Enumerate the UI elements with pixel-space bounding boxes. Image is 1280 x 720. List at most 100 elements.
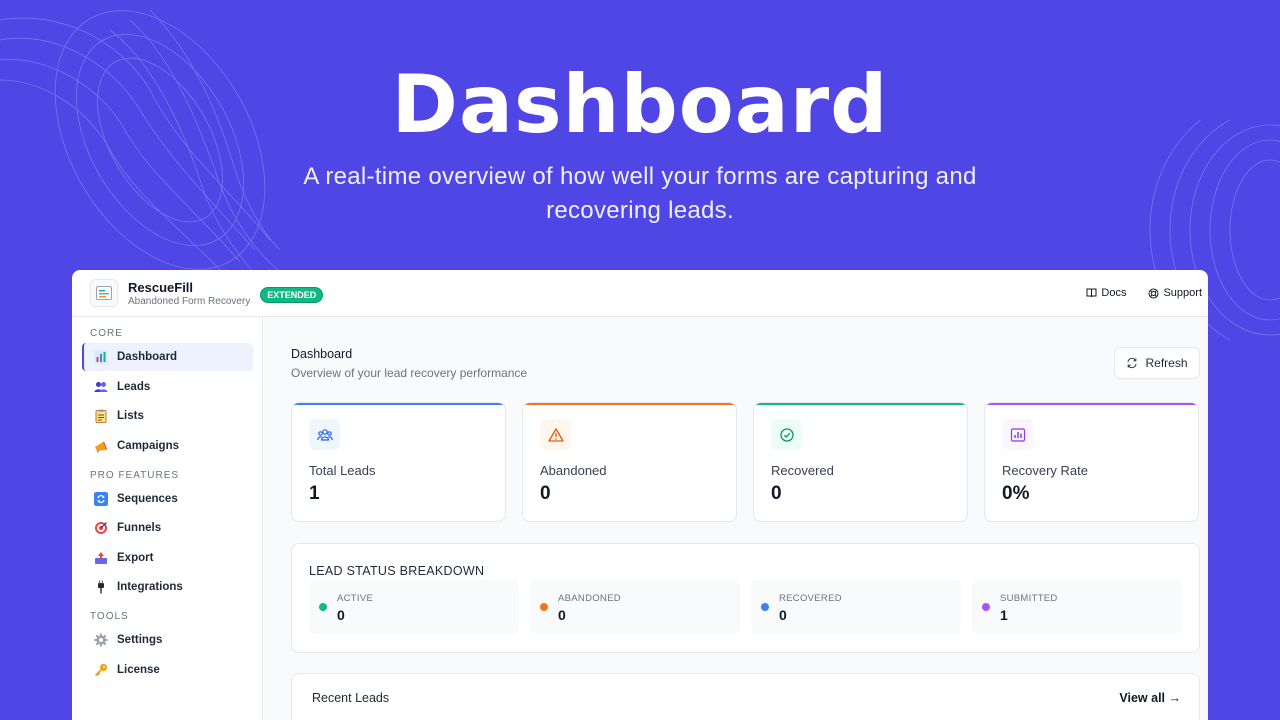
- docs-link[interactable]: Docs: [1086, 287, 1126, 299]
- status-dot: [319, 603, 327, 611]
- sidebar: CORE Dashboard Leads Lists Campaigns PRO…: [72, 317, 263, 720]
- recent-leads-title: Recent Leads: [312, 691, 390, 705]
- sidebar-item-label: Lists: [117, 410, 144, 422]
- sidebar-item-dashboard[interactable]: Dashboard: [82, 343, 253, 371]
- sidebar-item-license[interactable]: License: [82, 656, 253, 684]
- sidebar-item-label: Integrations: [117, 581, 183, 593]
- sidebar-item-label: Dashboard: [117, 351, 178, 363]
- sidebar-item-funnels[interactable]: Funnels: [82, 514, 253, 542]
- breakdown-item-submitted: SUBMITTED 1: [972, 580, 1182, 634]
- breakdown-label: ABANDONED: [558, 593, 621, 604]
- breakdown-label: RECOVERED: [779, 593, 842, 604]
- stat-accent-bar: [292, 403, 505, 405]
- refresh-icon: [1127, 357, 1138, 369]
- recent-leads-panel: Recent Leads View all →: [291, 673, 1200, 720]
- stat-label: Total Leads: [309, 463, 376, 478]
- stat-card-abandoned: Abandoned 0: [522, 402, 737, 522]
- stat-label: Recovered: [771, 463, 834, 478]
- stat-card-recovery-rate: Recovery Rate 0%: [984, 402, 1199, 522]
- docs-label: Docs: [1101, 287, 1127, 299]
- brand-tagline: Abandoned Form Recovery: [128, 295, 251, 307]
- sidebar-item-label: License: [117, 663, 160, 676]
- page-title: Dashboard: [291, 347, 353, 361]
- support-link[interactable]: Support: [1148, 287, 1202, 299]
- breakdown-item-abandoned: ABANDONED 0: [530, 580, 740, 634]
- sidebar-item-sequences[interactable]: Sequences: [82, 485, 253, 513]
- bar-chart-icon: [1010, 427, 1025, 442]
- main-content: Dashboard Overview of your lead recovery…: [264, 317, 1208, 720]
- stat-icon-box: [309, 419, 340, 450]
- sidebar-item-campaigns[interactable]: Campaigns: [82, 432, 253, 460]
- breakdown-label: SUBMITTED: [1000, 593, 1058, 604]
- support-label: Support: [1163, 287, 1202, 299]
- form-logo-icon: [96, 286, 112, 300]
- sidebar-item-export[interactable]: Export: [82, 544, 253, 572]
- plug-icon: [98, 580, 104, 594]
- key-icon: [94, 663, 107, 676]
- breakdown-value: 0: [337, 607, 345, 623]
- stat-accent-bar: [985, 403, 1198, 405]
- bar-chart-icon: [94, 350, 108, 364]
- book-icon: [1086, 288, 1097, 298]
- sidebar-section-tools: TOOLS: [90, 611, 129, 622]
- sidebar-item-label: Campaigns: [117, 439, 179, 452]
- breakdown-label: ACTIVE: [337, 593, 374, 604]
- refresh-button[interactable]: Refresh: [1114, 347, 1200, 379]
- warning-icon: [547, 427, 564, 442]
- stat-icon-box: [1002, 419, 1033, 450]
- stat-label: Abandoned: [540, 463, 607, 478]
- status-dot: [982, 603, 990, 611]
- status-dot: [761, 603, 769, 611]
- app-window: RescueFill Abandoned Form Recovery EXTEN…: [72, 270, 1208, 720]
- stat-card-recovered: Recovered 0: [753, 402, 968, 522]
- stat-value: 1: [309, 483, 320, 504]
- stat-value: 0: [771, 483, 782, 504]
- sidebar-item-lists[interactable]: Lists: [82, 402, 253, 430]
- stat-value: 0%: [1002, 483, 1030, 504]
- stat-card-total-leads: Total Leads 1: [291, 402, 506, 522]
- sidebar-item-label: Funnels: [117, 522, 162, 534]
- megaphone-icon: [95, 441, 107, 452]
- sidebar-section-pro: PRO FEATURES: [90, 469, 180, 481]
- status-dot: [540, 603, 548, 611]
- hero-subtitle: A real-time overview of how well your fo…: [303, 163, 977, 224]
- sidebar-item-leads[interactable]: Leads: [82, 373, 253, 401]
- check-circle-icon: [779, 427, 794, 442]
- breakdown-item-active: ACTIVE 0: [309, 580, 519, 634]
- sidebar-item-label: Sequences: [117, 492, 178, 505]
- lifebuoy-icon: [1148, 288, 1159, 298]
- lead-status-breakdown: LEAD STATUS BREAKDOWN ACTIVE 0 ABANDONED…: [291, 543, 1200, 653]
- stat-accent-bar: [523, 403, 736, 405]
- refresh-label: Refresh: [1145, 356, 1188, 370]
- stat-icon-box: [540, 419, 571, 450]
- breakdown-title: LEAD STATUS BREAKDOWN: [309, 564, 485, 578]
- sidebar-item-label: Leads: [117, 380, 151, 393]
- sidebar-item-label: Settings: [117, 634, 163, 646]
- sidebar-section-core: CORE: [90, 328, 123, 339]
- target-icon: [95, 522, 107, 534]
- stat-value: 0: [540, 483, 551, 504]
- gear-icon: [94, 633, 108, 647]
- hero-title: Dashboard: [391, 58, 889, 151]
- stat-label: Recovery Rate: [1002, 463, 1088, 478]
- sidebar-item-label: Export: [117, 551, 154, 564]
- app-logo: [90, 279, 118, 307]
- breakdown-item-recovered: RECOVERED 0: [751, 580, 961, 634]
- breakdown-value: 0: [779, 607, 787, 623]
- top-links: Docs Support: [1086, 287, 1202, 299]
- clipboard-icon: [95, 409, 107, 423]
- view-all-link[interactable]: View all →: [1119, 691, 1181, 705]
- top-bar: RescueFill Abandoned Form Recovery EXTEN…: [72, 270, 1208, 317]
- brand: RescueFill Abandoned Form Recovery: [128, 280, 250, 307]
- sync-icon: [94, 491, 108, 506]
- sidebar-item-settings[interactable]: Settings: [82, 626, 253, 654]
- page-subtitle: Overview of your lead recovery performan…: [291, 366, 528, 380]
- extended-badge: EXTENDED: [260, 287, 324, 303]
- users-icon: [94, 381, 108, 392]
- breakdown-value: 0: [558, 607, 566, 623]
- stat-icon-box: [771, 419, 802, 450]
- users-icon: [316, 428, 333, 441]
- sidebar-item-integrations[interactable]: Integrations: [82, 573, 253, 601]
- brand-name: RescueFill: [128, 279, 194, 295]
- breakdown-value: 1: [1000, 607, 1008, 623]
